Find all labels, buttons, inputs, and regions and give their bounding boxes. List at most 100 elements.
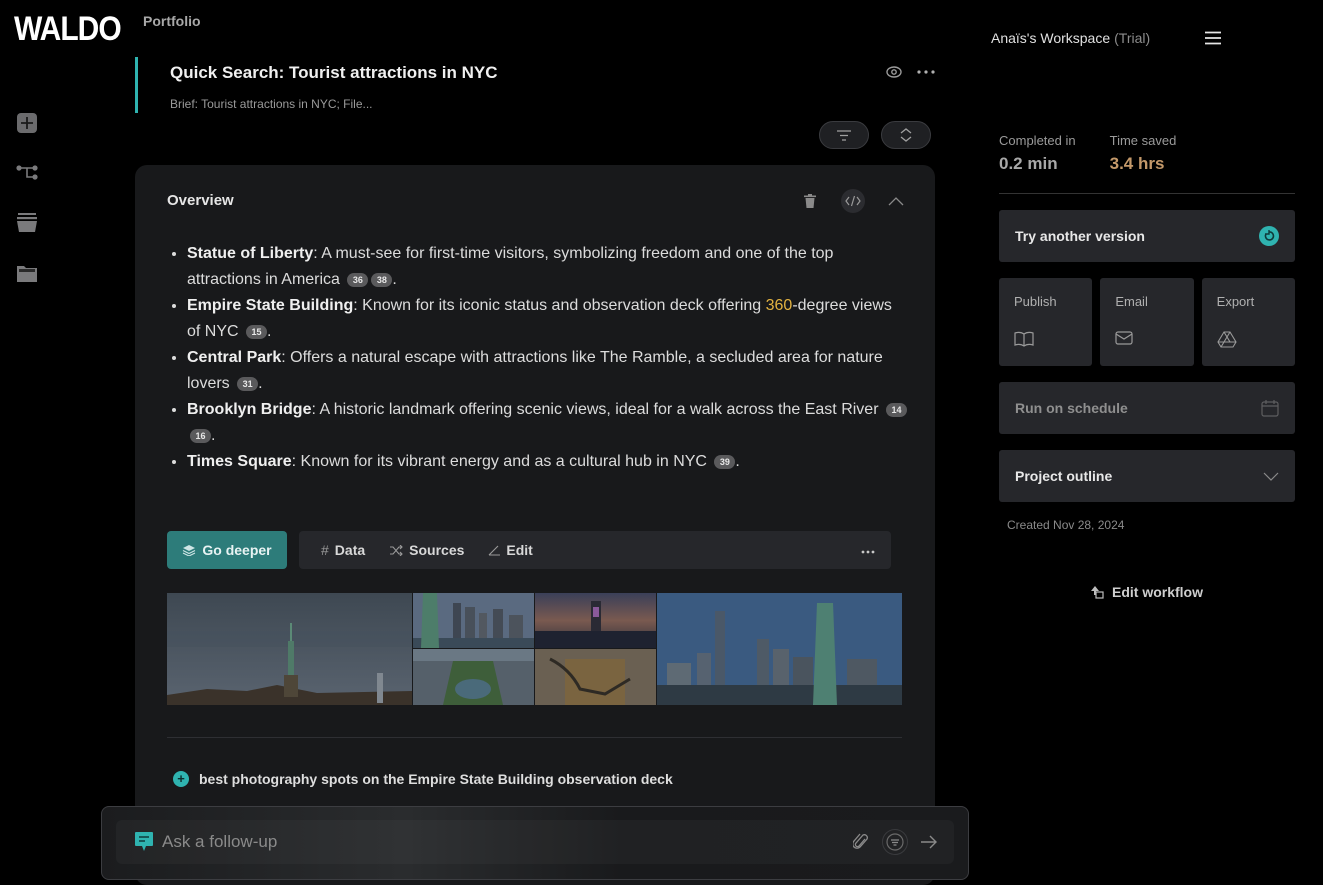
trash-icon [804, 194, 816, 208]
edit-button[interactable]: Edit [488, 542, 533, 558]
stats: Completed in 0.2 min Time saved 3.4 hrs [999, 133, 1176, 174]
item-name: Times Square [187, 453, 292, 470]
email-button[interactable]: Email [1100, 278, 1194, 366]
plan-badge: (Trial) [1114, 30, 1151, 46]
gallery-image[interactable] [656, 593, 902, 705]
citation-badge[interactable]: 38 [371, 273, 393, 287]
divider [167, 737, 902, 738]
hash-icon: # [321, 542, 329, 558]
workspace-name[interactable]: Anaïs's Workspace (Trial) [991, 30, 1150, 46]
calendar-icon [1261, 400, 1279, 417]
highlighted-number: 360 [765, 297, 793, 314]
paperclip-icon [853, 833, 868, 849]
sources-button[interactable]: Sources [389, 542, 464, 558]
share-actions: Publish Email Export [999, 278, 1295, 366]
go-deeper-button[interactable]: Go deeper [167, 531, 287, 569]
options-button[interactable] [882, 829, 908, 855]
gallery-image[interactable] [167, 593, 412, 705]
visibility-button[interactable] [885, 63, 903, 81]
data-button[interactable]: # Data [321, 542, 365, 558]
book-icon [1014, 331, 1034, 347]
expand-collapse-button[interactable] [881, 121, 931, 149]
citation-badge[interactable]: 36 [347, 273, 369, 287]
code-icon [845, 195, 861, 207]
plus-square-icon [17, 113, 37, 133]
logo[interactable]: WALDO [14, 10, 122, 49]
result-toolbar: # Data Sources Edit [299, 531, 891, 569]
list-item: Empire State Building: Known for its ico… [187, 293, 907, 345]
divider [999, 193, 1295, 194]
chevron-up-down-icon [900, 128, 912, 142]
sidebar-item-workflow[interactable] [16, 162, 40, 186]
stack-icon [17, 213, 37, 232]
export-button[interactable]: Export [1201, 278, 1295, 366]
delete-button[interactable] [801, 192, 819, 210]
sidebar-item-library[interactable] [16, 212, 40, 236]
item-name: Central Park [187, 349, 282, 366]
mail-icon [1115, 331, 1133, 345]
project-outline-toggle[interactable]: Project outline [999, 450, 1295, 502]
item-name: Brooklyn Bridge [187, 401, 312, 418]
completed-label: Completed in [999, 133, 1076, 148]
menu-button[interactable] [1204, 31, 1224, 47]
gallery-image[interactable] [534, 649, 656, 705]
project-brief[interactable]: Brief: Tourist attractions in NYC; File.… [170, 97, 373, 111]
list-item: Brooklyn Bridge: A historic landmark off… [187, 397, 907, 449]
citation-badge[interactable]: 16 [190, 429, 211, 443]
sidebar-item-new[interactable] [16, 112, 40, 136]
list-item: Central Park: Offers a natural escape wi… [187, 345, 907, 397]
breadcrumb-portfolio[interactable]: Portfolio [143, 13, 201, 29]
send-button[interactable] [920, 833, 938, 851]
gallery-image[interactable] [412, 649, 534, 705]
filter-button[interactable] [819, 121, 869, 149]
hamburger-icon [1205, 31, 1221, 45]
project-title: Quick Search: Tourist attractions in NYC [170, 63, 498, 82]
image-gallery [167, 593, 902, 705]
tree-icon [16, 165, 38, 180]
list-item: Times Square: Known for its vibrant ener… [187, 449, 907, 475]
sidebar-item-folders[interactable] [16, 262, 40, 286]
more-horizontal-icon [917, 70, 935, 74]
chevron-down-icon [1263, 472, 1279, 481]
filter-lines-icon [886, 833, 904, 851]
edit-workflow-icon [1091, 586, 1104, 599]
attach-button[interactable] [852, 833, 870, 851]
citation-badge[interactable]: 31 [237, 377, 259, 391]
embed-code-button[interactable] [841, 189, 865, 213]
refresh-icon [1259, 226, 1279, 246]
overview-title: Overview [167, 192, 234, 209]
overview-list: Statue of Liberty: A must-see for first-… [187, 241, 907, 475]
completed-value: 0.2 min [999, 154, 1058, 173]
overview-card: Overview Statue of Liberty: A must-see f… [135, 165, 935, 885]
edit-workflow-button[interactable]: Edit workflow [1090, 584, 1203, 600]
time-saved-value: 3.4 hrs [1109, 154, 1165, 173]
followup-input[interactable] [162, 832, 852, 852]
gallery-image[interactable] [412, 593, 534, 648]
run-on-schedule-button[interactable]: Run on schedule [999, 382, 1295, 434]
more-horizontal-icon [861, 550, 875, 554]
suggested-query[interactable]: + best photography spots on the Empire S… [173, 771, 673, 787]
layers-icon [183, 545, 196, 556]
collapse-button[interactable] [887, 192, 905, 210]
citation-badge[interactable]: 14 [885, 403, 907, 417]
eye-icon [886, 66, 902, 78]
item-name: Empire State Building [187, 297, 354, 314]
more-options-button[interactable] [917, 63, 935, 81]
chevron-up-icon [888, 196, 904, 205]
edit-angle-icon [489, 545, 501, 556]
plus-circle-icon: + [173, 771, 189, 787]
gallery-image[interactable] [534, 593, 656, 648]
publish-button[interactable]: Publish [999, 278, 1093, 366]
citation-badge[interactable]: 39 [714, 455, 736, 469]
chat-bubble-icon [135, 832, 153, 851]
try-another-version-button[interactable]: Try another version [999, 210, 1295, 262]
project-header: Quick Search: Tourist attractions in NYC… [135, 57, 935, 113]
citation-badge[interactable]: 15 [246, 325, 268, 339]
action-bar: Go deeper # Data Sources Edit [167, 531, 891, 569]
followup-box [101, 806, 969, 880]
sidebar [16, 112, 40, 312]
item-name: Statue of Liberty [187, 245, 314, 262]
google-drive-icon [1217, 331, 1237, 348]
filter-lines-icon [837, 129, 851, 141]
toolbar-more-button[interactable] [861, 541, 875, 559]
